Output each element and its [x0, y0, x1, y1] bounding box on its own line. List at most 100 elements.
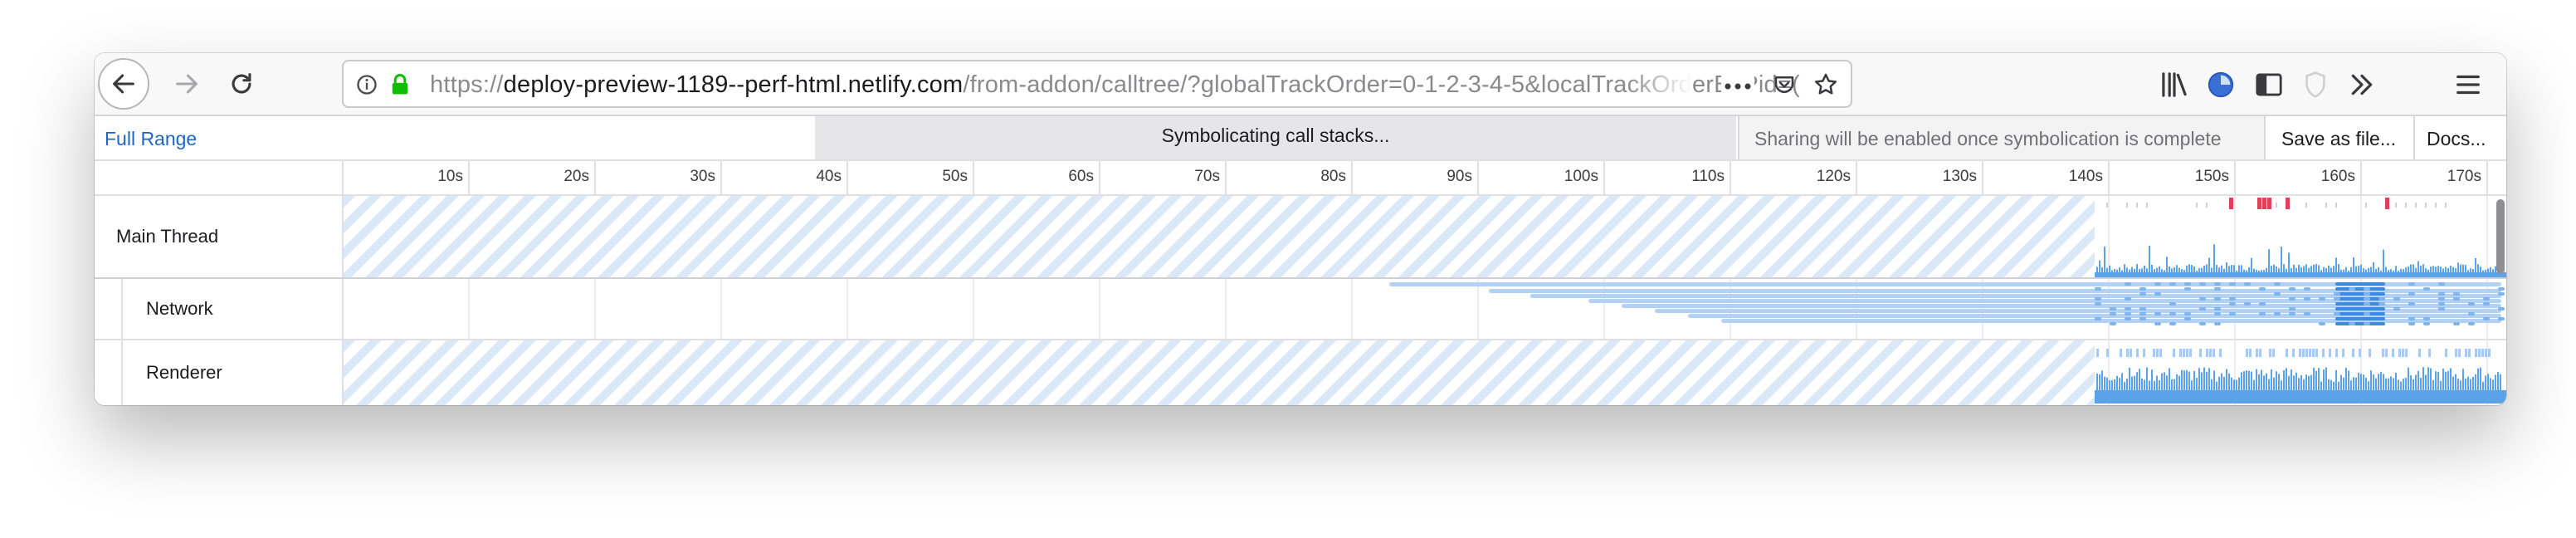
cpu-sample [2206, 264, 2208, 272]
docs-button[interactable]: Docs... [2415, 116, 2506, 159]
renderer-marker [2335, 349, 2338, 357]
renderer-sample [2363, 374, 2364, 390]
renderer-sample [2492, 379, 2494, 390]
network-request-short [2229, 282, 2236, 286]
renderer-marker [2126, 349, 2129, 357]
renderer-sample [2360, 374, 2362, 390]
cpu-sample [2186, 265, 2188, 272]
cpu-sample [2462, 264, 2464, 272]
cpu-sample [2283, 264, 2285, 272]
page-actions-icon[interactable] [1721, 71, 1754, 101]
network-request-short [2408, 292, 2415, 296]
track-label-network[interactable]: Network [121, 279, 344, 339]
network-request-short [2139, 317, 2146, 320]
renderer-sample [2413, 379, 2414, 390]
network-request-short [2095, 317, 2101, 320]
network-request-short [2095, 287, 2101, 291]
main-thread-graph[interactable] [344, 196, 2506, 277]
profiler-icon[interactable] [2204, 68, 2237, 101]
renderer-sample [2408, 367, 2409, 390]
cpu-sample [2291, 267, 2292, 272]
renderer-sample [2166, 375, 2168, 390]
cpu-sample [2338, 264, 2339, 272]
url-bar[interactable]: https://deploy-preview-1189--perf-html.n… [342, 60, 1852, 108]
cpu-sample [2460, 264, 2461, 272]
renderer-sample [2126, 378, 2128, 390]
cpu-sample [2308, 267, 2310, 272]
renderer-sample [2440, 380, 2442, 390]
track-scrollbar[interactable] [2496, 199, 2505, 274]
cpu-sample [2313, 264, 2315, 272]
renderer-marker [2286, 349, 2288, 357]
save-as-file-button[interactable]: Save as file... [2264, 116, 2415, 159]
pocket-icon[interactable] [1769, 70, 1799, 100]
renderer-sample [2141, 379, 2143, 390]
track-label-renderer[interactable]: Renderer [121, 340, 344, 405]
renderer-sample [2283, 369, 2285, 390]
ruler-tick: 80s [1227, 161, 1353, 194]
cpu-sample [2475, 257, 2476, 272]
library-icon[interactable] [2158, 68, 2191, 101]
marker-red [2262, 198, 2266, 209]
cpu-sample [2452, 267, 2454, 272]
network-request-short [2438, 282, 2445, 286]
sidebar-icon[interactable] [2252, 68, 2286, 101]
renderer-sample [2206, 371, 2208, 390]
network-request-dense [2335, 292, 2385, 296]
ruler-tick-label: 40s [816, 168, 842, 185]
cpu-sample [2171, 268, 2173, 272]
renderer-sample [2315, 370, 2317, 390]
renderer-marker [2359, 349, 2361, 357]
network-request-short [2199, 282, 2206, 286]
renderer-sample [2320, 381, 2322, 390]
renderer-sample [2218, 376, 2220, 390]
info-icon[interactable] [352, 70, 382, 100]
full-range-breadcrumb[interactable]: Full Range [105, 128, 197, 150]
cpu-sample [2420, 266, 2422, 272]
track-label-main-thread[interactable]: Main Thread [95, 196, 344, 277]
renderer-sample [2410, 375, 2412, 390]
renderer-sample [2472, 377, 2474, 390]
renderer-sample [2348, 370, 2349, 390]
hamburger-menu-icon[interactable] [2452, 68, 2485, 101]
extension-shield-icon[interactable] [2299, 68, 2332, 101]
renderer-sample [2258, 374, 2260, 390]
renderer-marker [2315, 349, 2318, 357]
track-renderer[interactable]: Renderer [95, 340, 2506, 405]
renderer-sample [2373, 374, 2374, 390]
renderer-marker [2302, 349, 2305, 357]
renderer-sample [2291, 369, 2292, 390]
back-button[interactable] [98, 58, 149, 110]
renderer-sample [2263, 375, 2265, 390]
marker-tick [2445, 203, 2447, 208]
cpu-sample [2487, 268, 2489, 272]
network-graph[interactable] [344, 279, 2506, 339]
cpu-sample [2490, 267, 2491, 272]
lock-icon[interactable] [385, 70, 415, 100]
reload-button[interactable] [216, 58, 267, 110]
forward-button[interactable] [161, 58, 212, 110]
track-main-thread[interactable]: Main Thread [95, 196, 2506, 279]
overflow-chevron-icon[interactable] [2345, 68, 2378, 101]
browser-toolbar: https://deploy-preview-1189--perf-html.n… [95, 53, 2506, 116]
star-icon[interactable] [1811, 70, 1841, 100]
renderer-sample [2151, 369, 2153, 390]
network-request-short [2468, 312, 2475, 315]
cpu-sample [2121, 270, 2123, 272]
renderer-sample [2154, 380, 2155, 390]
cpu-sample [2472, 269, 2474, 272]
renderer-marker [2478, 349, 2481, 357]
cpu-sample [2124, 264, 2125, 272]
cpu-sample [2403, 269, 2404, 272]
cpu-sample [2243, 269, 2245, 272]
cpu-sample [2310, 266, 2312, 272]
network-request-short [2125, 317, 2131, 320]
renderer-marker [2259, 349, 2261, 357]
renderer-sample [2256, 369, 2257, 390]
renderer-sample [2313, 368, 2315, 390]
track-network[interactable]: Network [95, 279, 2506, 340]
cpu-sample [2226, 262, 2227, 272]
renderer-sample [2298, 378, 2300, 390]
network-request-short [2453, 322, 2460, 325]
renderer-graph[interactable] [344, 340, 2506, 405]
